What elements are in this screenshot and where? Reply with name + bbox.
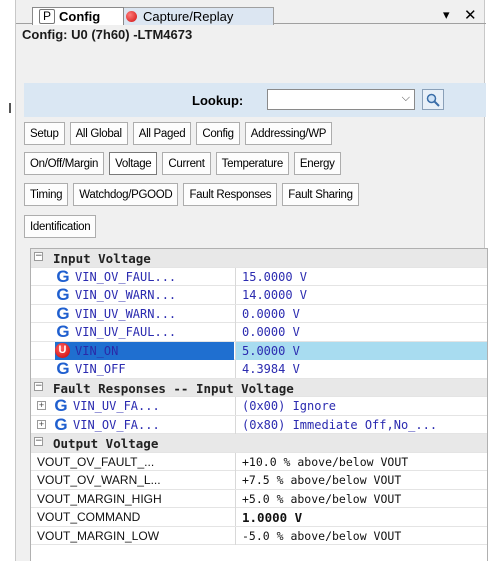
expand-icon[interactable]: +: [37, 419, 46, 429]
table-row-selected[interactable]: U VIN_ON 5.0000 V: [31, 341, 487, 360]
voltage-button[interactable]: Voltage: [109, 152, 158, 175]
table-row[interactable]: VOUT_MARGIN_LOW -5.0 % above/below VOUT: [31, 526, 487, 545]
table-row[interactable]: VOUT_OV_FAULT_... +10.0 % above/below VO…: [31, 452, 487, 471]
table-row[interactable]: G VIN_UV_WARN... 0.0000 V: [31, 304, 487, 323]
page-title: Config: U0 (7h60) -LTM4673: [22, 27, 193, 42]
register-value[interactable]: 15.0000 V: [242, 270, 307, 284]
register-value[interactable]: 14.0000 V: [242, 288, 307, 302]
fault-sharing-button[interactable]: Fault Sharing: [282, 183, 359, 206]
search-icon: [426, 93, 440, 107]
chevron-down-icon[interactable]: ⌵: [402, 92, 410, 105]
pin-badge-icon: P: [39, 9, 56, 24]
register-value[interactable]: +10.0 % above/below VOUT: [242, 455, 408, 469]
current-button[interactable]: Current: [162, 152, 211, 175]
tab-capture-label: Capture/Replay: [143, 9, 234, 24]
register-value[interactable]: (0x00) Ignore: [242, 399, 336, 413]
register-name: VOUT_MARGIN_LOW: [37, 528, 160, 543]
record-icon: [126, 11, 137, 22]
setup-button[interactable]: Setup: [24, 122, 65, 145]
collapse-icon[interactable]: −: [34, 381, 43, 391]
register-name: VOUT_OV_WARN_L...: [37, 473, 161, 487]
left-edge-mark: [9, 103, 11, 113]
register-value[interactable]: +5.0 % above/below VOUT: [242, 492, 401, 506]
table-row[interactable]: + G VIN_OV_FA... (0x80) Immediate Off,No_…: [31, 415, 487, 434]
global-register-icon: G: [56, 323, 70, 341]
energy-button[interactable]: Energy: [293, 152, 341, 175]
table-row[interactable]: G VIN_OV_FAUL... 15.0000 V: [31, 267, 487, 286]
tab-config-label: Config: [59, 9, 101, 24]
register-name: VIN_OV_WARN...: [75, 288, 177, 302]
register-value[interactable]: 5.0000 V: [242, 344, 300, 358]
section-output-voltage[interactable]: − Output Voltage: [31, 434, 487, 453]
close-icon[interactable]: ✕: [464, 6, 477, 24]
category-row-4: Identification: [24, 215, 101, 239]
table-row[interactable]: G VIN_OFF 4.3984 V: [31, 360, 487, 379]
tab-bar: P Config Capture/Replay ▾ ✕: [16, 0, 486, 25]
property-grid: − Input Voltage G VIN_OV_FAUL... 15.0000 …: [30, 248, 488, 561]
lookup-label: Lookup:: [192, 93, 244, 108]
register-value[interactable]: 0.0000 V: [242, 307, 300, 321]
config-button[interactable]: Config: [196, 122, 240, 145]
lookup-combobox[interactable]: ⌵: [267, 89, 415, 110]
category-row-1: Setup All Global All Paged Config Addres…: [24, 122, 337, 146]
register-name: VOUT_OV_FAULT_...: [37, 454, 155, 469]
register-value[interactable]: (0x80) Immediate Off,No_...: [242, 418, 437, 432]
expand-icon[interactable]: +: [37, 401, 46, 410]
global-register-icon: G: [56, 267, 70, 286]
search-button[interactable]: [422, 89, 444, 110]
unit-register-icon: U: [55, 343, 70, 358]
register-name: VIN_OV_FA...: [73, 417, 160, 432]
global-register-icon: G: [54, 397, 68, 415]
lookup-bar: Lookup: ⌵: [24, 83, 486, 117]
register-value[interactable]: +7.5 % above/below VOUT: [242, 473, 401, 487]
collapse-icon[interactable]: −: [34, 252, 43, 261]
category-row-2: On/Off/Margin Voltage Current Temperatur…: [24, 152, 346, 176]
fault-responses-button[interactable]: Fault Responses: [183, 183, 278, 206]
section-input-voltage[interactable]: − Input Voltage: [31, 249, 487, 268]
all-global-button[interactable]: All Global: [69, 122, 128, 145]
register-value[interactable]: 1.0000 V: [242, 510, 302, 525]
table-row[interactable]: G VIN_OV_WARN... 14.0000 V: [31, 286, 487, 305]
register-value[interactable]: -5.0 % above/below VOUT: [242, 529, 401, 543]
table-row[interactable]: VOUT_OV_WARN_L... +7.5 % above/below VOU…: [31, 471, 487, 490]
register-name: VIN_OV_FAUL...: [75, 269, 177, 284]
register-value[interactable]: 4.3984 V: [242, 362, 300, 376]
register-value[interactable]: 0.0000 V: [242, 325, 300, 339]
global-register-icon: G: [56, 286, 70, 304]
table-row[interactable]: + G VIN_UV_FA... (0x00) Ignore: [31, 397, 487, 416]
tab-list-dropdown-icon[interactable]: ▾: [443, 7, 450, 23]
collapse-icon[interactable]: −: [34, 437, 43, 446]
section-fault-responses[interactable]: − Fault Responses -- Input Voltage: [31, 378, 487, 397]
global-register-icon: G: [56, 360, 70, 378]
watchdog-pgood-button[interactable]: Watchdog/PGOOD: [73, 183, 179, 206]
section-title: Output Voltage: [53, 436, 159, 451]
register-name: VIN_ON: [75, 343, 119, 358]
section-title: Input Voltage: [53, 251, 151, 266]
config-panel: P Config Capture/Replay ▾ ✕ Config: U0 (…: [15, 0, 488, 561]
all-paged-button[interactable]: All Paged: [132, 122, 192, 145]
register-name: VIN_UV_WARN...: [75, 306, 177, 321]
addressing-wp-button[interactable]: Addressing/WP: [244, 122, 333, 145]
register-name: VIN_UV_FAUL...: [75, 325, 177, 339]
global-register-icon: G: [54, 415, 68, 434]
table-row[interactable]: VOUT_COMMAND 1.0000 V: [31, 508, 487, 527]
register-name: VIN_UV_FA...: [73, 399, 160, 413]
tab-capture-replay[interactable]: Capture/Replay: [119, 7, 274, 25]
global-register-icon: G: [56, 304, 70, 323]
register-name: VOUT_MARGIN_HIGH: [37, 491, 162, 506]
section-title: Fault Responses -- Input Voltage: [53, 380, 294, 396]
identification-button[interactable]: Identification: [24, 215, 97, 238]
register-name: VOUT_COMMAND: [37, 510, 141, 524]
table-row[interactable]: VOUT_MARGIN_HIGH +5.0 % above/below VOUT: [31, 489, 487, 508]
temperature-button[interactable]: Temperature: [215, 152, 289, 175]
tab-config[interactable]: P Config: [32, 7, 124, 25]
category-row-3: Timing Watchdog/PGOOD Fault Responses Fa…: [24, 183, 364, 207]
on-off-margin-button[interactable]: On/Off/Margin: [24, 152, 105, 175]
timing-button[interactable]: Timing: [24, 183, 69, 206]
register-name: VIN_OFF: [75, 362, 126, 376]
table-row[interactable]: G VIN_UV_FAUL... 0.0000 V: [31, 323, 487, 342]
